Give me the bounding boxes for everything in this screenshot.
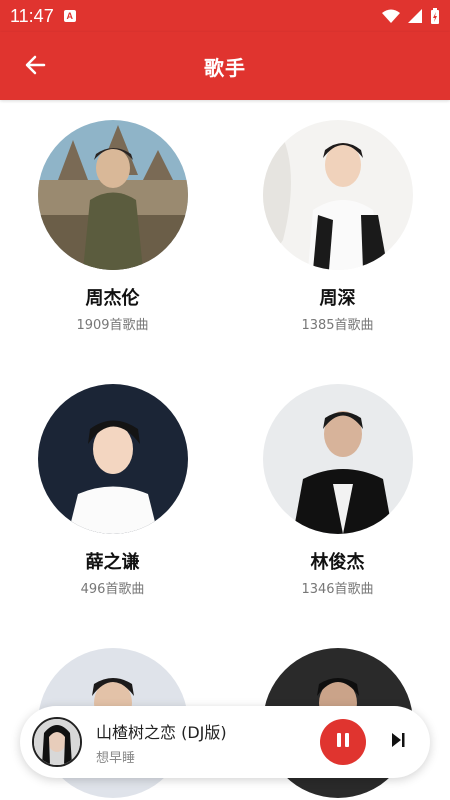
status-bar: 11:47 A [0,0,450,32]
app-bar: 歌手 [0,32,450,100]
artist-card[interactable]: 周深 1385首歌曲 [225,120,450,333]
arrow-left-icon [24,54,46,80]
artist-song-count: 1346首歌曲 [301,582,374,597]
artist-song-count: 496首歌曲 [80,582,145,597]
wifi-icon [382,9,400,23]
song-title: 山楂树之恋 (DJ版) [96,722,227,742]
artist-grid: 周杰伦 1909首歌曲 周深 1385首歌曲 薛之谦 496首歌曲 林俊杰 13… [0,100,450,800]
artist-card[interactable]: 林俊杰 1346首歌曲 [225,384,450,597]
skip-next-icon [388,730,408,754]
pause-icon [334,731,352,753]
artist-card[interactable]: 薛之谦 496首歌曲 [0,384,225,597]
signal-icon [408,9,422,23]
artist-avatar [262,120,413,270]
artist-name: 周杰伦 [85,288,140,309]
status-time: 11:47 [10,5,54,26]
a-icon: A [63,10,76,22]
mini-player[interactable]: 山楂树之恋 (DJ版) 想早睡 [20,706,430,778]
player-cover-art[interactable] [32,717,82,767]
player-info[interactable]: 山楂树之恋 (DJ版) 想早睡 [96,719,320,766]
page-title: 歌手 [204,55,246,80]
next-track-button[interactable] [384,728,412,756]
back-button[interactable] [20,52,50,82]
artist-card[interactable]: 周杰伦 1909首歌曲 [0,120,225,333]
artist-song-count: 1909首歌曲 [76,318,149,333]
artist-avatar [37,120,188,270]
status-icons [382,8,440,24]
pause-button[interactable] [320,719,366,765]
artist-name: 林俊杰 [310,552,365,573]
artist-avatar [262,384,413,534]
battery-charging-icon [430,8,440,24]
artist-avatar [37,384,188,534]
artist-song-count: 1385首歌曲 [301,318,374,333]
artist-name: 周深 [319,288,356,309]
artist-name: 薛之谦 [85,552,140,573]
song-artist: 想早睡 [96,750,136,766]
